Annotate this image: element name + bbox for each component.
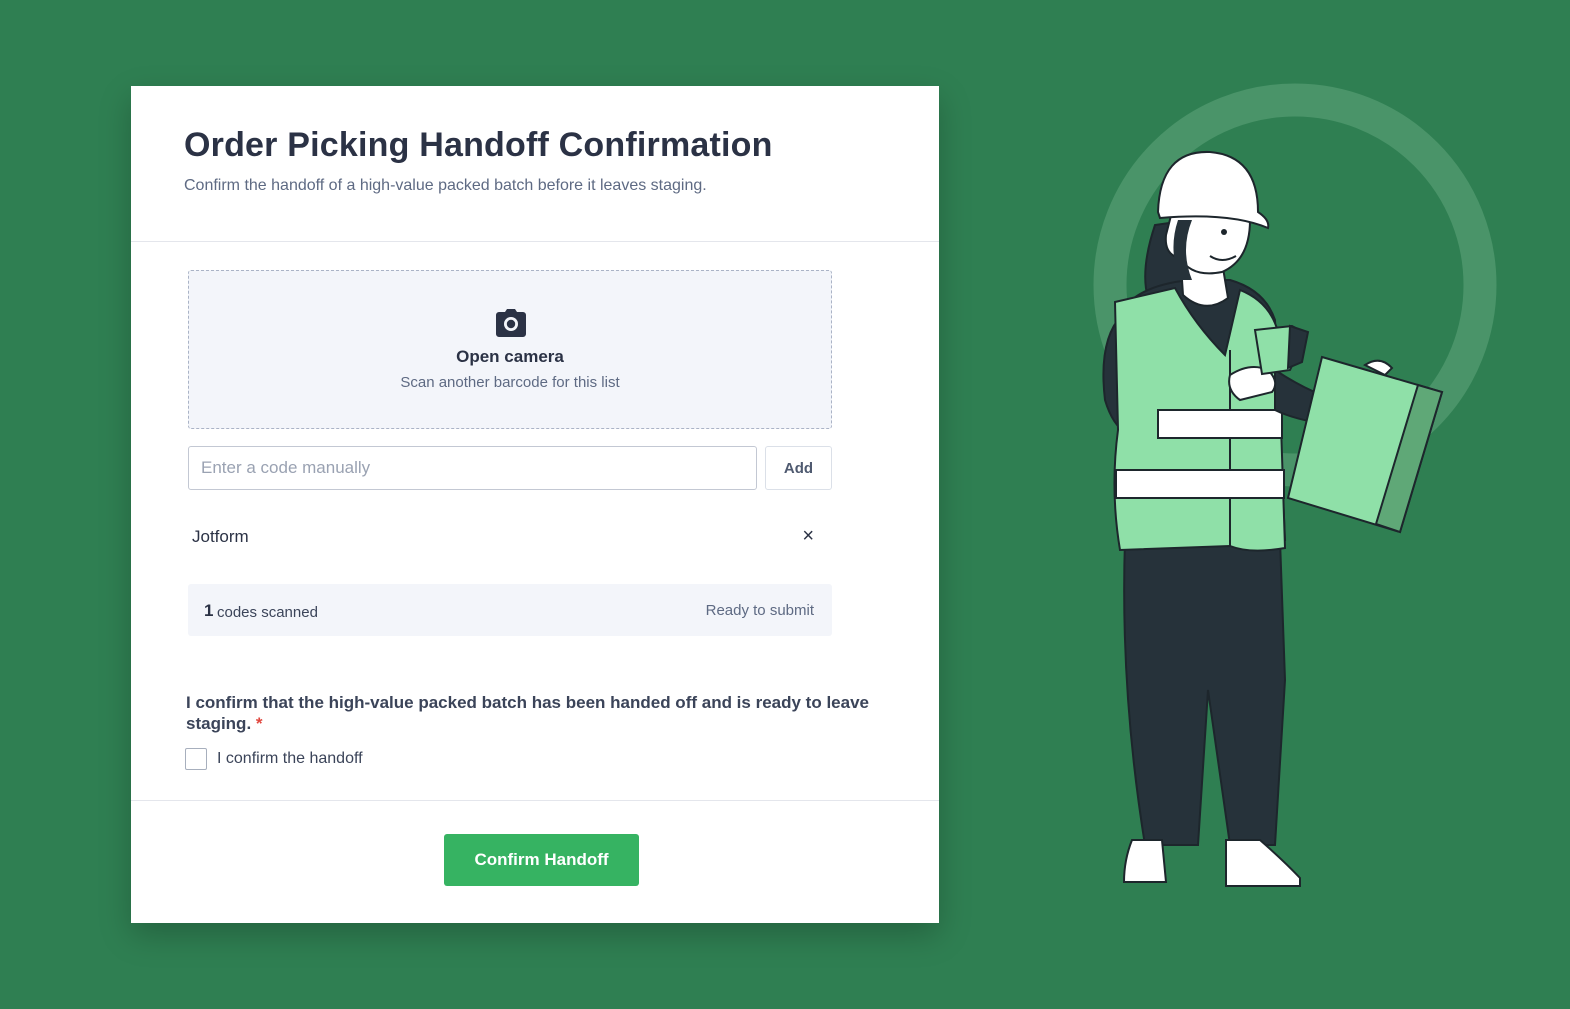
confirm-handoff-label[interactable]: I confirm the handoff xyxy=(217,750,363,768)
form-subtitle: Confirm the handoff of a high-value pack… xyxy=(184,177,707,194)
confirmation-question: I confirm that the high-value packed bat… xyxy=(186,692,886,734)
scanned-item-value: Jotform xyxy=(192,527,249,546)
form-title: Order Picking Handoff Confirmation xyxy=(184,126,773,164)
manual-code-input[interactable] xyxy=(188,446,757,490)
footer-divider xyxy=(131,800,939,801)
open-camera-label: Open camera xyxy=(456,347,564,366)
scan-summary: 1 codes scanned Ready to submit xyxy=(188,584,832,636)
confirmation-question-text: I confirm that the high-value packed bat… xyxy=(186,693,869,733)
scan-count-label: codes scanned xyxy=(217,604,318,621)
close-icon[interactable]: × xyxy=(802,526,814,546)
form-card: Order Picking Handoff Confirmation Confi… xyxy=(131,86,939,923)
open-camera-button[interactable]: Open camera Scan another barcode for thi… xyxy=(188,270,832,429)
scan-count: 1 xyxy=(204,601,214,620)
form-header: Order Picking Handoff Confirmation Confi… xyxy=(131,86,939,242)
confirm-handoff-checkbox[interactable] xyxy=(185,748,207,770)
required-mark: * xyxy=(255,714,263,733)
add-code-button[interactable]: Add xyxy=(765,446,832,490)
scan-status: Ready to submit xyxy=(705,602,814,619)
confirm-handoff-button[interactable]: Confirm Handoff xyxy=(444,834,639,886)
camera-icon xyxy=(496,309,526,337)
scanned-item: Jotform × xyxy=(188,517,832,555)
warehouse-worker-illustration xyxy=(1093,83,1497,887)
open-camera-hint: Scan another barcode for this list xyxy=(400,374,620,391)
